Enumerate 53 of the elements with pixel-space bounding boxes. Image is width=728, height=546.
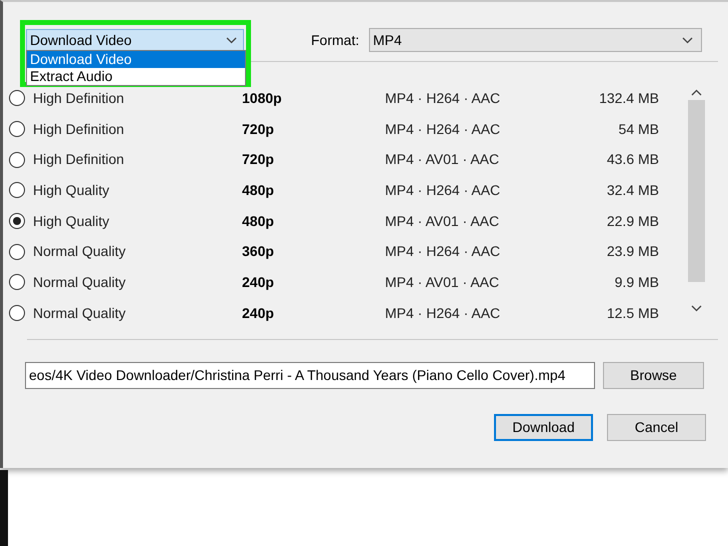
chevron-down-icon <box>226 36 237 44</box>
dropdown-option[interactable]: Extract Audio <box>27 68 245 85</box>
file-size: 132.4 MB <box>598 88 659 108</box>
resolution-label: 240p <box>242 304 275 323</box>
quality-label: Normal Quality <box>33 242 127 262</box>
path-field[interactable]: eos/4K Video Downloader/Christina Perri - A Thousand Years (Piano Cello Cover).mp4 <box>25 362 595 388</box>
quality-label: High Quality <box>33 180 110 200</box>
file-size: 9.9 MB <box>614 272 659 292</box>
file-size: 22.9 MB <box>606 212 659 231</box>
file-size: 54 MB <box>618 120 659 139</box>
codec-label: MP4 · H264 · AAC <box>385 180 502 200</box>
file-size: 12.5 MB <box>606 304 659 323</box>
format-label: Format: <box>311 30 360 50</box>
resolution-label: 480p <box>242 212 275 231</box>
radio-button[interactable] <box>9 244 25 260</box>
scroll-up-icon <box>690 89 702 96</box>
radio-button[interactable] <box>9 121 25 138</box>
codec-label: MP4 · H264 · AAC <box>385 304 502 323</box>
resolution-label: 720p <box>242 150 275 170</box>
radio-button[interactable] <box>9 305 25 322</box>
format-dropdown[interactable]: MP4 <box>369 28 702 52</box>
quality-label: High Quality <box>33 212 110 231</box>
resolution-label: 240p <box>242 272 275 292</box>
chevron-down-icon <box>682 36 693 44</box>
radio-button[interactable] <box>9 274 25 290</box>
download-button[interactable]: Download <box>494 414 593 440</box>
file-size: 23.9 MB <box>606 242 659 262</box>
file-size: 32.4 MB <box>606 180 659 200</box>
codec-label: MP4 · AV01 · AAC <box>385 272 500 292</box>
file-size: 43.6 MB <box>606 150 659 170</box>
codec-label: MP4 · H264 · AAC <box>385 88 502 108</box>
resolution-label: 1080p <box>242 88 283 108</box>
radio-button[interactable] <box>9 152 25 168</box>
resolution-label: 480p <box>242 180 275 200</box>
radio-button[interactable] <box>9 90 25 106</box>
browse-button[interactable]: Browse <box>603 362 704 388</box>
quality-label: High Definition <box>33 120 126 139</box>
quality-label: High Definition <box>33 150 126 170</box>
quality-label: Normal Quality <box>33 272 127 292</box>
dropdown-option[interactable]: Download Video <box>27 51 245 68</box>
quality-label: High Definition <box>33 88 126 108</box>
codec-label: MP4 · AV01 · AAC <box>385 150 500 170</box>
mode-dropdown[interactable]: Download Video <box>26 29 244 51</box>
resolution-label: 360p <box>242 242 275 262</box>
codec-label: MP4 · H264 · AAC <box>385 120 502 139</box>
codec-label: MP4 · AV01 · AAC <box>385 212 500 231</box>
resolution-label: 720p <box>242 120 275 139</box>
radio-button[interactable] <box>9 182 25 198</box>
codec-label: MP4 · H264 · AAC <box>385 242 502 262</box>
radio-button[interactable] <box>9 213 25 230</box>
scroll-down-icon <box>690 305 702 312</box>
cancel-button[interactable]: Cancel <box>607 414 706 440</box>
quality-label: Normal Quality <box>33 304 127 323</box>
